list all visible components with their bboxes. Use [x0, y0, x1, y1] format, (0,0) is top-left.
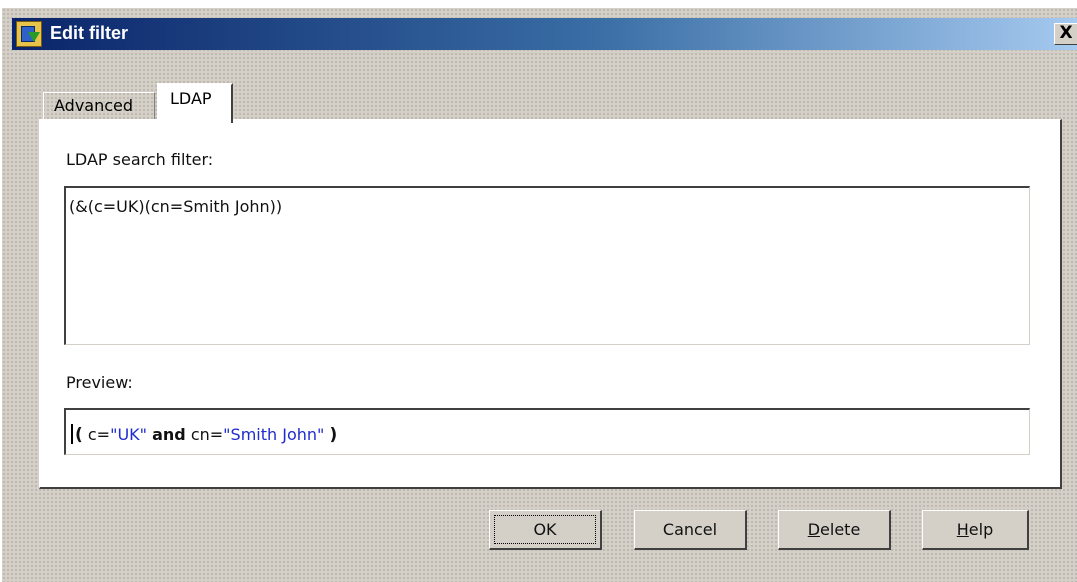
delete-button-label: elete — [820, 520, 861, 539]
preview-close-paren: ) — [329, 425, 338, 445]
preview-value-uk: "UK" — [110, 425, 147, 444]
preview-operator: and — [152, 425, 186, 444]
title-bar[interactable]: Edit filter — [12, 18, 1077, 50]
close-button[interactable]: X — [1054, 23, 1077, 45]
ldap-filter-label: LDAP search filter: — [66, 150, 214, 169]
tab-advanced-label: Advanced — [54, 96, 134, 115]
text-caret — [71, 424, 73, 444]
help-mnemonic: H — [956, 520, 969, 539]
preview-field: ( c="UK" and cn="Smith John" ) — [64, 408, 1030, 455]
ok-button-label: OK — [533, 520, 557, 539]
tab-ldap[interactable]: LDAP — [157, 83, 233, 123]
ldap-filter-textarea[interactable]: (&(c=UK)(cn=Smith John)) — [64, 186, 1030, 345]
filter-app-icon — [16, 21, 42, 47]
preview-label: Preview: — [66, 373, 133, 392]
help-button-label: elp — [968, 520, 994, 539]
tab-ldap-label: LDAP — [170, 89, 212, 108]
help-button[interactable]: Help — [922, 510, 1029, 550]
cancel-button[interactable]: Cancel — [634, 510, 747, 550]
cancel-button-label: Cancel — [662, 520, 718, 539]
window-title: Edit filter — [50, 23, 129, 43]
funnel-icon — [28, 32, 40, 42]
ok-button[interactable]: OK — [489, 510, 602, 550]
delete-mnemonic: D — [807, 520, 821, 539]
preview-open-paren: ( — [75, 425, 83, 445]
delete-button[interactable]: Delete — [778, 510, 891, 550]
preview-value-name: "Smith John" — [223, 425, 325, 444]
preview-attr-c: c= — [87, 425, 111, 444]
preview-attr-cn: cn= — [190, 425, 224, 444]
tab-advanced[interactable]: Advanced — [43, 92, 155, 120]
